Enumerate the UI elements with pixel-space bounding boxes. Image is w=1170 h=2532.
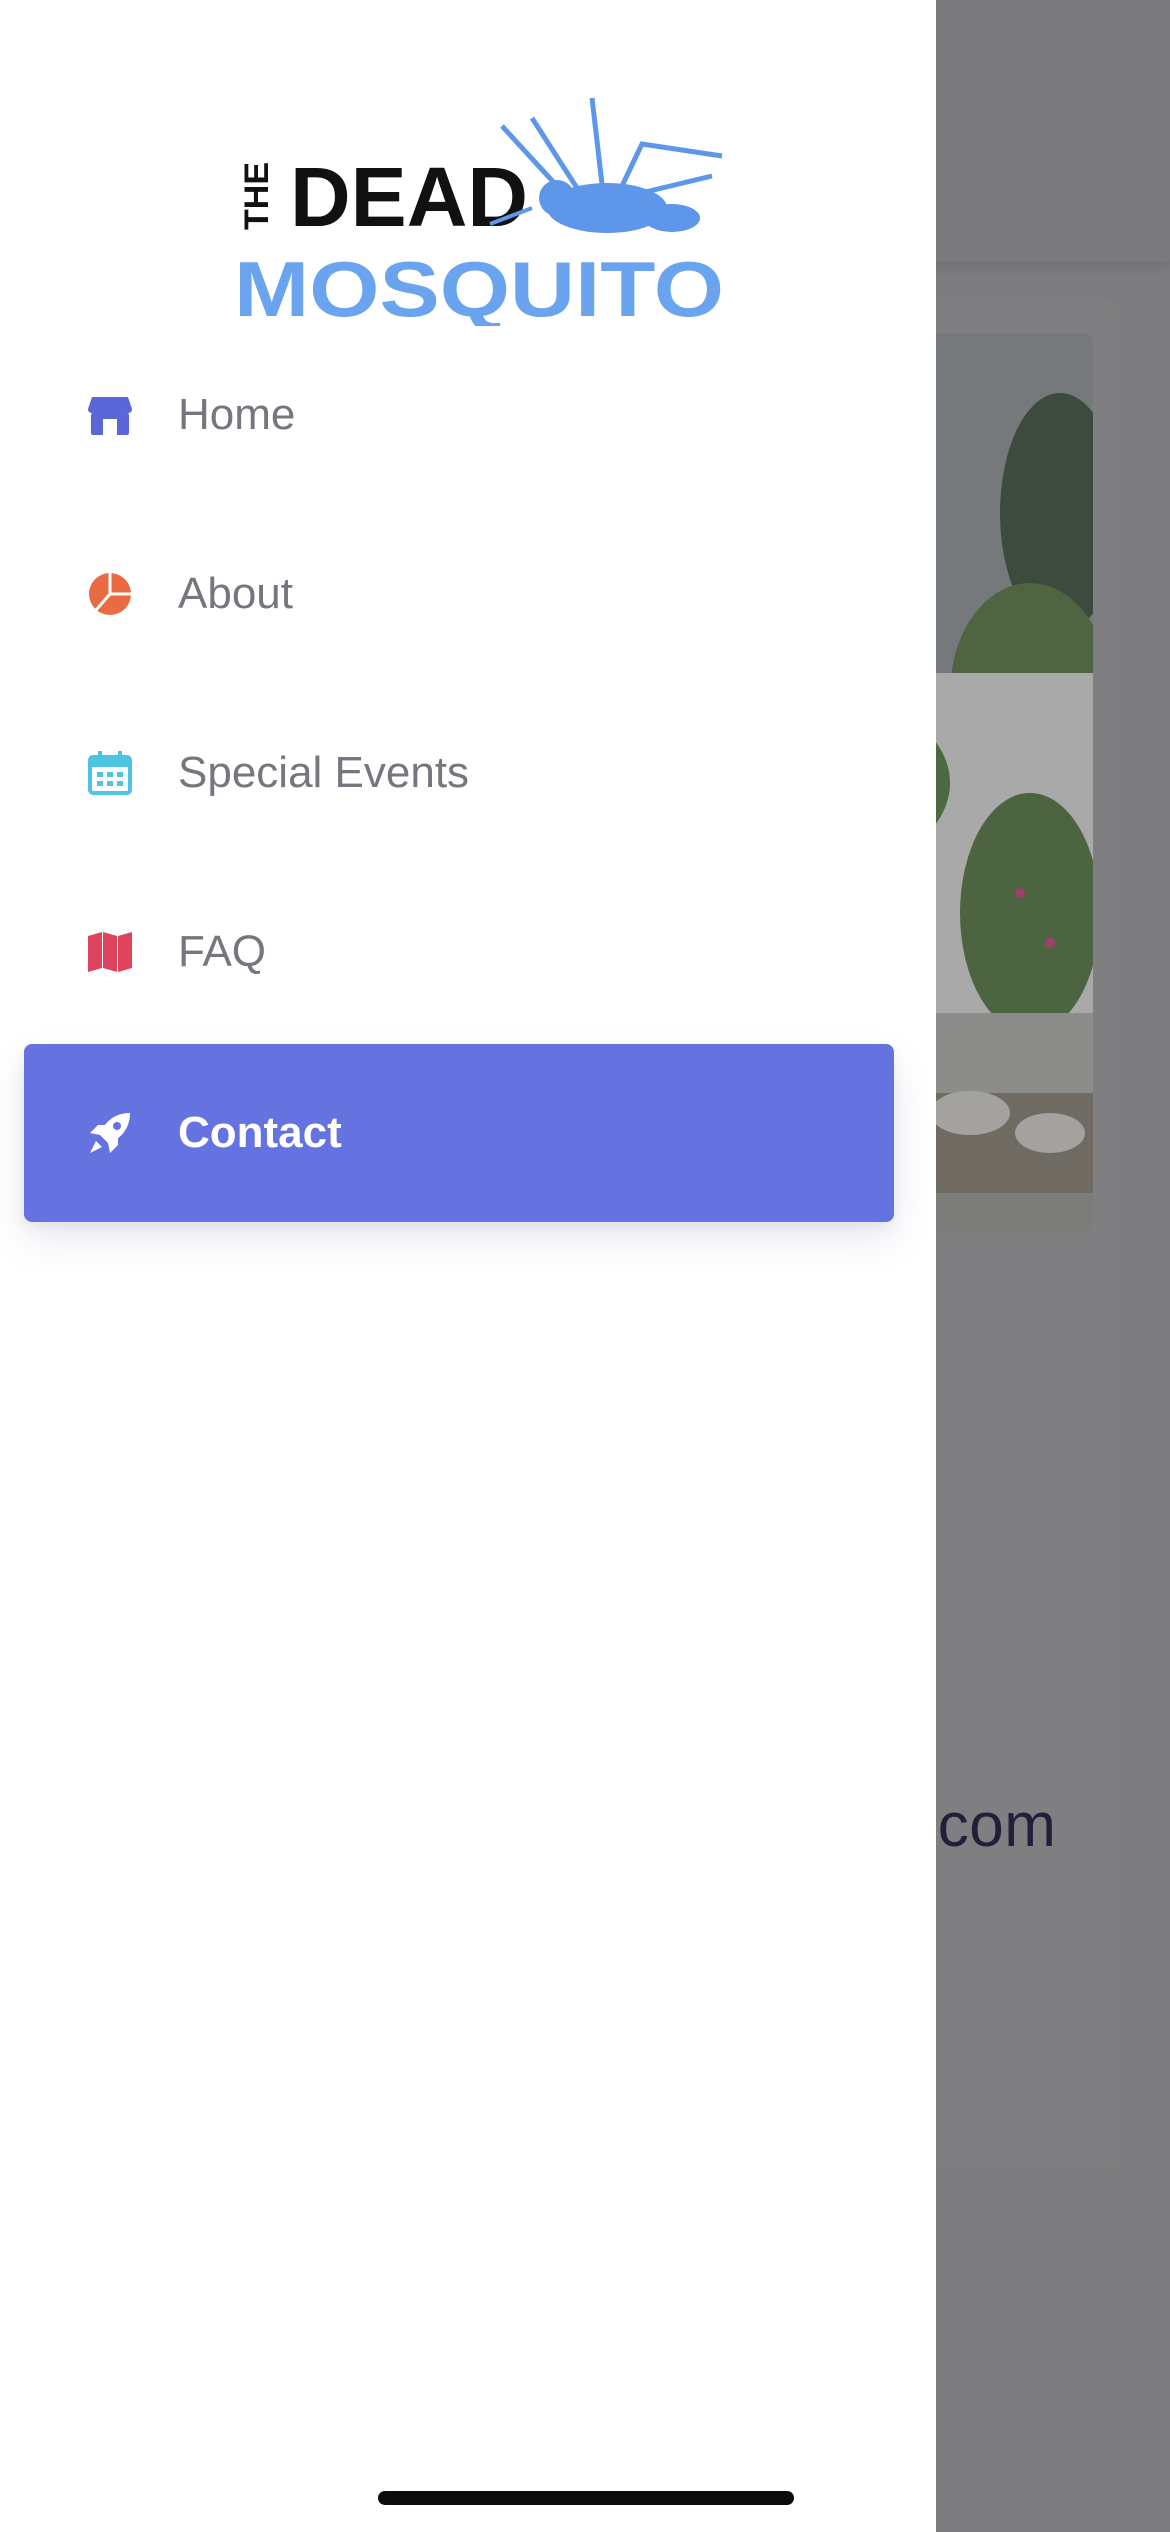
menu-item-about[interactable]: About <box>24 505 894 683</box>
side-drawer: THE DEAD MOSQUITO Home About Special Eve… <box>0 0 936 2532</box>
brand-logo[interactable]: THE DEAD MOSQUITO <box>232 96 732 333</box>
menu-item-contact[interactable]: Contact <box>24 1044 894 1222</box>
menu-item-label: Contact <box>178 1108 342 1157</box>
store-icon <box>80 385 140 445</box>
rocket-icon <box>80 1103 140 1163</box>
calendar-icon <box>80 743 140 803</box>
background-email-fragment: .com <box>920 1791 1057 1860</box>
pie-chart-icon <box>80 564 140 624</box>
map-icon <box>80 922 140 982</box>
logo-the-text: THE <box>238 162 276 230</box>
logo-dead-text: DEAD <box>290 150 528 244</box>
menu-item-home[interactable]: Home <box>24 326 894 504</box>
menu-item-label: Special Events <box>178 748 470 797</box>
menu-item-label: About <box>178 569 293 618</box>
logo-mosquito-text: MOSQUITO <box>234 245 724 326</box>
menu-item-faq[interactable]: FAQ <box>24 863 894 1041</box>
menu-item-label: Home <box>178 390 296 439</box>
menu-item-label: FAQ <box>178 927 267 976</box>
home-indicator[interactable] <box>378 2491 794 2505</box>
menu-item-special-events[interactable]: Special Events <box>24 684 894 862</box>
